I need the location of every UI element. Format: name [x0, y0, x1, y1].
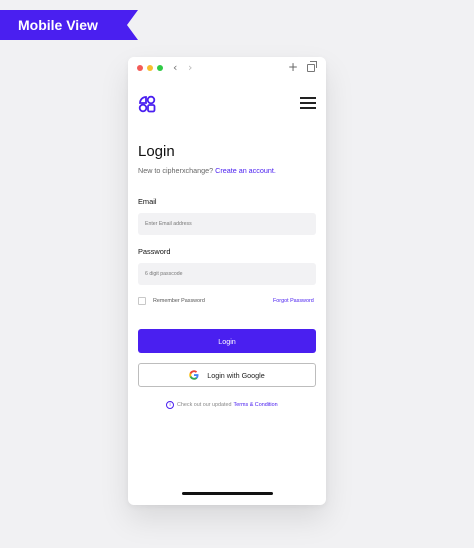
page-title: Login — [138, 143, 175, 160]
info-icon: i — [166, 401, 174, 409]
home-indicator — [182, 492, 273, 495]
terms-link[interactable]: Terms & Condition — [234, 402, 278, 408]
password-label: Password — [138, 247, 171, 256]
email-placeholder: Enter Email address — [145, 221, 192, 227]
signup-prompt-text: New to cipherxchange? — [138, 166, 214, 175]
email-field[interactable]: Enter Email address — [138, 213, 316, 235]
login-button-label: Login — [218, 336, 236, 346]
menu-icon[interactable] — [300, 97, 316, 109]
forward-arrow-icon[interactable]: › — [188, 61, 192, 75]
password-field[interactable]: 6 digit passcode — [138, 263, 316, 285]
remember-password-row[interactable]: Remember Password — [138, 297, 205, 305]
minimize-window-dot[interactable] — [147, 65, 153, 71]
brand-logo-icon[interactable] — [138, 95, 156, 113]
badge-label: Mobile View — [18, 17, 98, 33]
google-button-label: Login with Google — [207, 370, 265, 380]
signup-prompt: New to cipherxchange? Create an account. — [138, 166, 276, 175]
email-label: Email — [138, 197, 157, 206]
mobile-view-badge: Mobile View — [0, 10, 138, 40]
terms-text: Check out our updated — [177, 402, 232, 408]
remember-checkbox[interactable] — [138, 297, 146, 305]
browser-toolbar: ‹ › + — [128, 57, 326, 79]
password-placeholder: 6 digit passcode — [145, 271, 183, 277]
google-login-button[interactable]: Login with Google — [138, 363, 316, 387]
back-arrow-icon[interactable]: ‹ — [173, 61, 177, 75]
maximize-window-dot[interactable] — [157, 65, 163, 71]
remember-label: Remember Password — [153, 298, 205, 304]
google-icon — [189, 370, 199, 380]
new-tab-icon[interactable]: + — [288, 60, 298, 74]
terms-notice: i Check out our updated Terms & Conditio… — [166, 401, 278, 409]
close-window-dot[interactable] — [137, 65, 143, 71]
phone-frame: ‹ › + Login New to cipherxchange? Create… — [128, 57, 326, 505]
login-button[interactable]: Login — [138, 329, 316, 353]
forgot-password-link[interactable]: Forgot Password — [273, 298, 314, 304]
create-account-link[interactable]: Create an account. — [215, 166, 276, 175]
tabs-overview-icon[interactable] — [307, 61, 317, 72]
